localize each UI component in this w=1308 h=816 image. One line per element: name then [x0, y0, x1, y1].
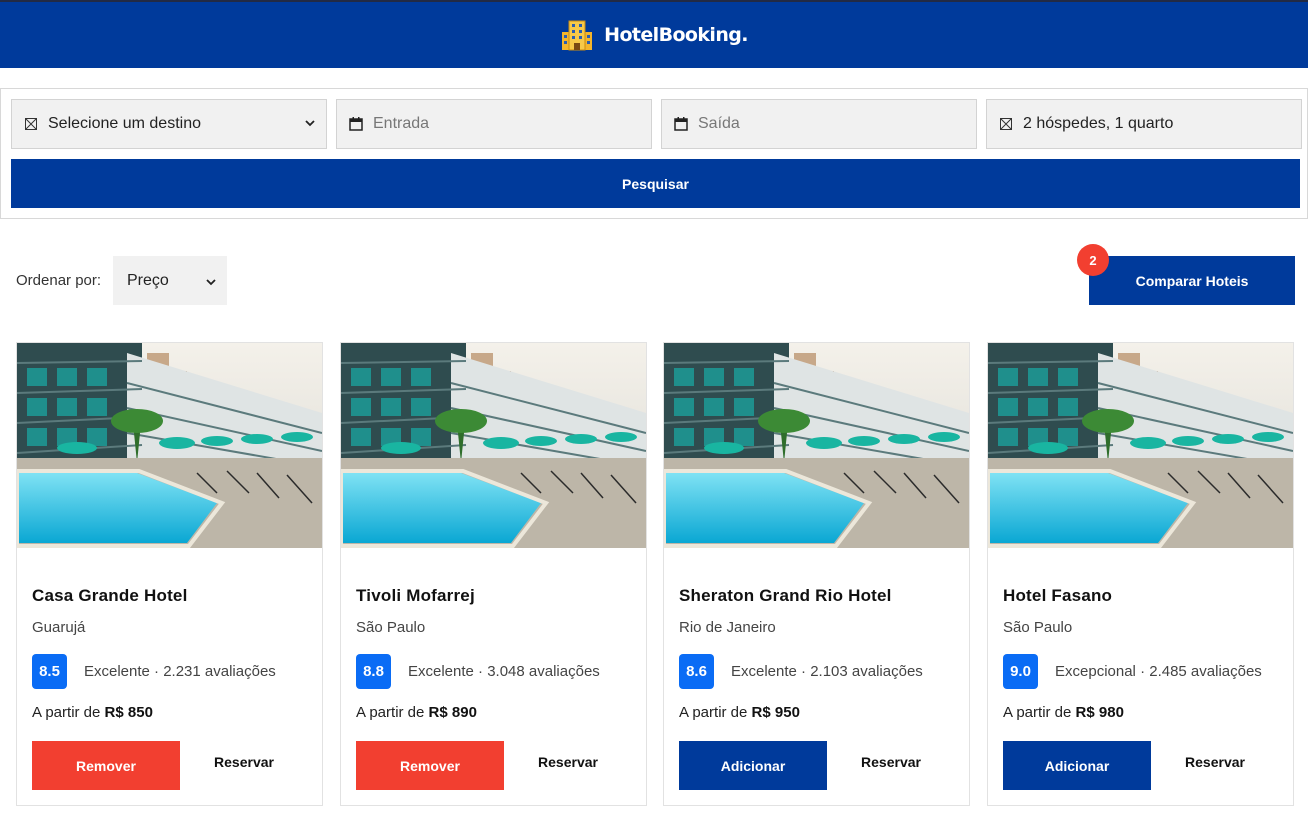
price-line: A partir de R$ 980	[1003, 704, 1124, 721]
checkout-field[interactable]: Saída	[661, 99, 977, 149]
sort-value: Preço	[127, 271, 169, 289]
rating-label: Excelente	[84, 663, 150, 680]
destination-select[interactable]: Selecione um destino	[11, 99, 327, 149]
hotel-city: Rio de Janeiro	[679, 619, 776, 636]
score-badge: 8.8	[356, 654, 391, 689]
calendar-icon	[672, 117, 690, 131]
reserve-button[interactable]: Reservar	[180, 741, 308, 783]
search-button[interactable]: Pesquisar	[11, 159, 1300, 208]
hotel-photo[interactable]	[664, 343, 969, 548]
review-summary: Excelente · 2.103 avaliações	[731, 663, 923, 680]
compare-toggle-button[interactable]: Remover	[32, 741, 180, 790]
calendar-icon	[347, 117, 365, 131]
hotel-card: Tivoli Mofarrej São Paulo 8.8 Excelente · 3…	[340, 342, 647, 806]
search-form: Selecione um destino Entrada Saída 2 hós…	[0, 88, 1308, 219]
sort-select[interactable]: Preço	[113, 256, 227, 305]
compare-toggle-button[interactable]: Adicionar	[679, 741, 827, 790]
price-prefix: A partir de	[1003, 704, 1072, 721]
brand[interactable]: HotelBooking.	[560, 18, 748, 52]
review-summary: Excelente · 2.231 avaliações	[84, 663, 276, 680]
top-header: HotelBooking.	[0, 0, 1308, 68]
review-count: · 2.103 avaliações	[801, 663, 923, 680]
rating-label: Excepcional	[1055, 663, 1136, 680]
guests-value: 2 hóspedes, 1 quarto	[1023, 115, 1174, 132]
review-summary: Excepcional · 2.485 avaliações	[1055, 663, 1262, 680]
guests-icon	[997, 118, 1015, 130]
hotel-card: Hotel Fasano São Paulo 9.0 Excepcional · 2.…	[987, 342, 1294, 806]
destination-value: Selecione um destino	[48, 115, 201, 132]
sort-label: Ordenar por:	[16, 272, 102, 289]
reserve-button[interactable]: Reservar	[1151, 741, 1279, 783]
hotel-city: Guarujá	[32, 619, 86, 636]
score-badge: 9.0	[1003, 654, 1038, 689]
review-summary: Excelente · 3.048 avaliações	[408, 663, 600, 680]
hotel-photo[interactable]	[17, 343, 322, 548]
guests-field[interactable]: 2 hóspedes, 1 quarto	[986, 99, 1302, 149]
checkout-placeholder: Saída	[698, 115, 740, 132]
hotel-name[interactable]: Tivoli Mofarrej	[356, 586, 475, 606]
hotel-name[interactable]: Sheraton Grand Rio Hotel	[679, 586, 892, 606]
review-count: · 2.485 avaliações	[1140, 663, 1262, 680]
hotel-card: Casa Grande Hotel Guarujá 8.5 Excelente · 2…	[16, 342, 323, 806]
price-prefix: A partir de	[356, 704, 425, 721]
price-value: R$ 950	[751, 704, 800, 721]
hotel-city: São Paulo	[1003, 619, 1073, 636]
price-line: A partir de R$ 890	[356, 704, 477, 721]
hotel-name[interactable]: Casa Grande Hotel	[32, 586, 188, 606]
compare-hotels-button[interactable]: Comparar Hoteis	[1089, 256, 1295, 305]
brand-name: HotelBooking.	[604, 24, 748, 46]
review-count: · 3.048 avaliações	[478, 663, 600, 680]
review-count: · 2.231 avaliações	[154, 663, 276, 680]
price-value: R$ 890	[428, 704, 477, 721]
price-prefix: A partir de	[32, 704, 101, 721]
checkin-placeholder: Entrada	[373, 115, 430, 132]
compare-toggle-button[interactable]: Adicionar	[1003, 741, 1151, 790]
rating-label: Excelente	[731, 663, 797, 680]
hotel-building-icon	[562, 20, 593, 51]
price-line: A partir de R$ 950	[679, 704, 800, 721]
location-icon	[22, 118, 40, 130]
hotel-card: Sheraton Grand Rio Hotel Rio de Janeiro 8.…	[663, 342, 970, 806]
compare-count-badge: 2	[1077, 244, 1109, 276]
chevron-down-icon	[305, 120, 315, 127]
reserve-button[interactable]: Reservar	[827, 741, 955, 783]
hotel-city: São Paulo	[356, 619, 426, 636]
price-value: R$ 980	[1075, 704, 1124, 721]
score-badge: 8.5	[32, 654, 67, 689]
checkin-field[interactable]: Entrada	[336, 99, 652, 149]
hotel-photo[interactable]	[988, 343, 1293, 548]
chevron-down-icon	[206, 279, 216, 286]
price-line: A partir de R$ 850	[32, 704, 153, 721]
hotel-name[interactable]: Hotel Fasano	[1003, 586, 1112, 606]
compare-toggle-button[interactable]: Remover	[356, 741, 504, 790]
reserve-button[interactable]: Reservar	[504, 741, 632, 783]
price-prefix: A partir de	[679, 704, 748, 721]
score-badge: 8.6	[679, 654, 714, 689]
hotel-photo[interactable]	[341, 343, 646, 548]
price-value: R$ 850	[104, 704, 153, 721]
rating-label: Excelente	[408, 663, 474, 680]
